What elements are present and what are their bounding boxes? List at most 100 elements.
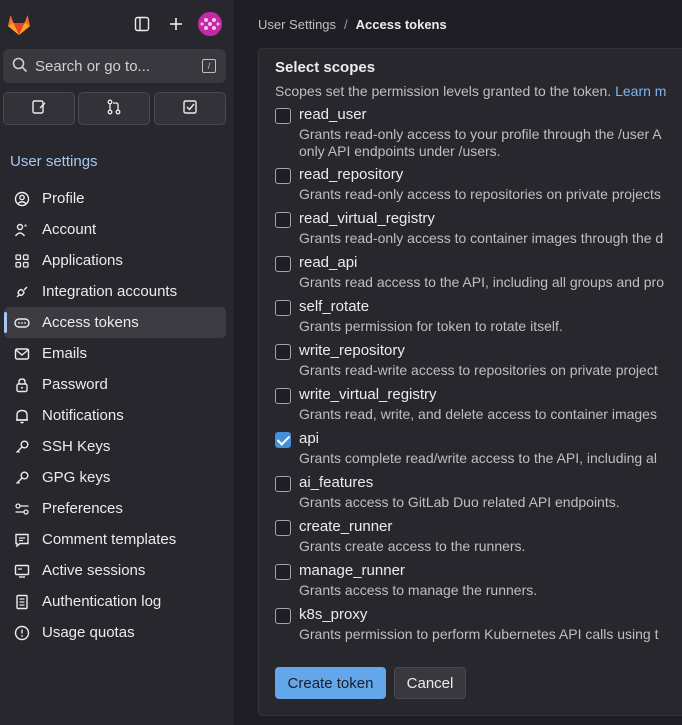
sidebar-nav: Profile * Account Applications Integrati… <box>4 183 226 648</box>
scope-description: Grants permission for token to rotate it… <box>299 318 563 334</box>
scope-description: Grants read, write, and delete access to… <box>299 406 657 422</box>
quota-icon <box>12 623 32 643</box>
profile-icon <box>12 189 32 209</box>
sidebar-toggle-icon[interactable] <box>131 13 153 35</box>
sidebar-item-applications[interactable]: Applications <box>4 245 226 276</box>
svg-text:*: * <box>24 223 27 232</box>
scope-checkbox[interactable] <box>275 108 291 124</box>
scope-description: Grants read-only access to your profile … <box>299 126 662 160</box>
sidebar-item-usage-quotas[interactable]: Usage quotas <box>4 617 226 648</box>
gitlab-logo[interactable] <box>6 11 32 37</box>
sidebar-item-label: Authentication log <box>42 593 162 610</box>
sidebar-item-label: Applications <box>42 252 123 269</box>
sidebar-item-ssh-keys[interactable]: SSH Keys <box>4 431 226 462</box>
scope-checkbox[interactable] <box>275 564 291 580</box>
sidebar-item-preferences[interactable]: Preferences <box>4 493 226 524</box>
scope-description: Grants read-only access to container ima… <box>299 230 664 246</box>
cancel-button[interactable]: Cancel <box>394 667 466 699</box>
integration-icon <box>12 282 32 302</box>
search-shortcut-key: / <box>202 59 216 73</box>
key-icon <box>12 437 32 457</box>
scope-checkbox[interactable] <box>275 256 291 272</box>
sidebar: Search or go to... / User settings Profi… <box>0 0 234 725</box>
todos-button[interactable] <box>154 92 226 125</box>
breadcrumb-parent[interactable]: User Settings <box>258 17 336 32</box>
scopes-title: Select scopes <box>275 59 376 76</box>
scope-checkbox[interactable] <box>275 520 291 536</box>
scope-name: read_user <box>299 106 367 123</box>
sidebar-item-label: Integration accounts <box>42 283 178 300</box>
create-token-button[interactable]: Create token <box>275 667 386 699</box>
log-icon <box>12 592 32 612</box>
issues-button[interactable] <box>3 92 75 125</box>
sidebar-item-notifications[interactable]: Notifications <box>4 400 226 431</box>
bell-icon <box>12 406 32 426</box>
scope-name: read_virtual_registry <box>299 210 435 227</box>
scope-name: create_runner <box>299 518 393 535</box>
scope-description: Grants access to GitLab Duo related API … <box>299 494 620 510</box>
scope-description: Grants permission to perform Kubernetes … <box>299 626 659 642</box>
sidebar-item-integration-accounts[interactable]: Integration accounts <box>4 276 226 307</box>
scope-description: Grants read access to the API, including… <box>299 274 664 290</box>
sidebar-item-label: Preferences <box>42 500 123 517</box>
sidebar-item-password[interactable]: Password <box>4 369 226 400</box>
scope-name: api <box>299 430 320 447</box>
sidebar-item-access-tokens[interactable]: Access tokens <box>4 307 226 338</box>
scope-description: Grants read-write access to repositories… <box>299 362 658 378</box>
scopes-help-text: Scopes set the permission levels granted… <box>275 83 666 99</box>
applications-icon <box>12 251 32 271</box>
sidebar-item-label: Account <box>42 221 97 238</box>
plus-icon[interactable] <box>165 13 187 35</box>
sidebar-section-title: User settings <box>10 153 98 170</box>
sidebar-item-comment-templates[interactable]: Comment templates <box>4 524 226 555</box>
scope-name: read_api <box>299 254 358 271</box>
scope-description: Grants create access to the runners. <box>299 538 526 554</box>
scope-checkbox-checked[interactable] <box>275 432 291 448</box>
scope-description-line: Grants read-only access to your profile … <box>299 126 662 142</box>
sidebar-item-label: Profile <box>42 190 85 207</box>
sidebar-item-label: SSH Keys <box>42 438 111 455</box>
scope-name: write_repository <box>299 342 405 359</box>
breadcrumb-current: Access tokens <box>355 17 447 32</box>
scope-checkbox[interactable] <box>275 344 291 360</box>
user-avatar[interactable] <box>198 12 222 36</box>
sidebar-item-label: Password <box>42 376 108 393</box>
scope-description-line: only API endpoints under /users. <box>299 143 501 159</box>
scope-name: manage_runner <box>299 562 405 579</box>
scope-description: Grants access to manage the runners. <box>299 582 538 598</box>
learn-more-link[interactable]: Learn m <box>615 83 666 99</box>
sidebar-item-emails[interactable]: Emails <box>4 338 226 369</box>
search-icon <box>12 57 28 76</box>
monitor-icon <box>12 561 32 581</box>
merge-requests-button[interactable] <box>78 92 150 125</box>
search-placeholder: Search or go to... <box>35 57 151 75</box>
scope-checkbox[interactable] <box>275 608 291 624</box>
search-bar[interactable]: Search or go to... / <box>3 49 226 83</box>
token-icon <box>12 313 32 333</box>
scope-name: read_repository <box>299 166 404 183</box>
scope-checkbox[interactable] <box>275 212 291 228</box>
scope-checkbox[interactable] <box>275 476 291 492</box>
scope-name: self_rotate <box>299 298 370 315</box>
main-content: User Settings / Access tokens Select scope… <box>234 0 682 725</box>
token-form-panel: Select scopes Scopes set the permission … <box>258 48 682 716</box>
sidebar-item-profile[interactable]: Profile <box>4 183 226 214</box>
mail-icon <box>12 344 32 364</box>
scope-description: Grants complete read/write access to the… <box>299 450 657 466</box>
sidebar-item-label: Usage quotas <box>42 624 135 641</box>
scope-checkbox[interactable] <box>275 300 291 316</box>
sidebar-item-account[interactable]: * Account <box>4 214 226 245</box>
sidebar-item-label: Notifications <box>42 407 124 424</box>
breadcrumb-separator: / <box>344 17 348 32</box>
sidebar-item-label: Active sessions <box>42 562 146 579</box>
comment-icon <box>12 530 32 550</box>
scope-name: k8s_proxy <box>299 606 368 623</box>
scope-name: write_virtual_registry <box>299 386 437 403</box>
sidebar-topbar <box>0 0 234 48</box>
scope-checkbox[interactable] <box>275 388 291 404</box>
sidebar-item-authentication-log[interactable]: Authentication log <box>4 586 226 617</box>
scope-checkbox[interactable] <box>275 168 291 184</box>
sidebar-item-gpg-keys[interactable]: GPG keys <box>4 462 226 493</box>
scope-description: Grants read-only access to repositories … <box>299 186 661 202</box>
sidebar-item-active-sessions[interactable]: Active sessions <box>4 555 226 586</box>
